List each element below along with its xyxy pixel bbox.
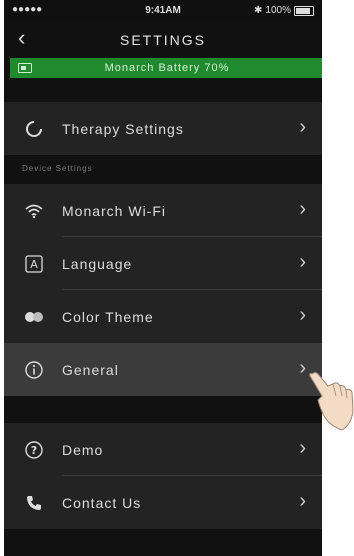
device-settings-group: Monarch Wi-Fi › A Language › Color Theme… [4,184,322,396]
language-icon: A [20,237,48,290]
svg-text:?: ? [31,444,37,457]
battery-icon [294,5,314,16]
info-icon [20,343,48,396]
settings-item-label: Demo [62,442,104,458]
settings-item-contact-us[interactable]: Contact Us › [4,476,322,529]
chevron-right-icon: › [299,490,306,512]
settings-item-label: Color Theme [62,309,154,325]
section-label-device-settings: Device Settings [22,164,93,173]
help-icon: ? [20,423,48,476]
chevron-right-icon: › [299,198,306,220]
settings-item-therapy[interactable]: Therapy Settings › [4,102,322,155]
svg-text:A: A [30,258,38,271]
settings-item-label: Monarch Wi-Fi [62,203,167,219]
settings-item-color-theme[interactable]: Color Theme › [4,290,322,343]
settings-item-label: Language [62,256,133,272]
therapy-group: Therapy Settings › [4,102,322,155]
ring-icon [20,102,48,155]
page-title: SETTINGS [119,32,206,48]
chevron-right-icon: › [299,304,306,326]
settings-item-label: Contact Us [62,495,142,511]
chevron-right-icon: › [299,116,306,138]
wifi-icon [20,184,48,237]
pointing-hand-icon [309,372,354,431]
bluetooth-icon: ✱ [254,5,263,16]
chevron-right-icon: › [299,251,306,273]
header: ‹ SETTINGS [4,22,322,58]
chevron-right-icon: › [299,437,306,459]
chevron-right-icon: › [299,357,306,379]
battery-percent: 100% [265,5,291,16]
settings-item-label: General [62,362,119,378]
battery-banner-text: Monarch Battery 70% [104,62,230,74]
status-right: ✱ 100% [254,5,314,16]
color-theme-icon [20,290,48,343]
settings-item-language[interactable]: A Language › [4,237,322,290]
battery-banner: Monarch Battery 70% [10,58,322,78]
phone-screen: ●●●●● 9:41AM ✱ 100% ‹ SETTINGS Monarch B… [4,0,322,556]
support-group: ? Demo › Contact Us › [4,423,322,529]
settings-item-demo[interactable]: ? Demo › [4,423,322,476]
settings-item-label: Therapy Settings [62,121,184,137]
status-bar: ●●●●● 9:41AM ✱ 100% [4,0,322,22]
settings-item-wifi[interactable]: Monarch Wi-Fi › [4,184,322,237]
phone-icon [20,476,48,529]
settings-item-general[interactable]: General › [4,343,322,396]
